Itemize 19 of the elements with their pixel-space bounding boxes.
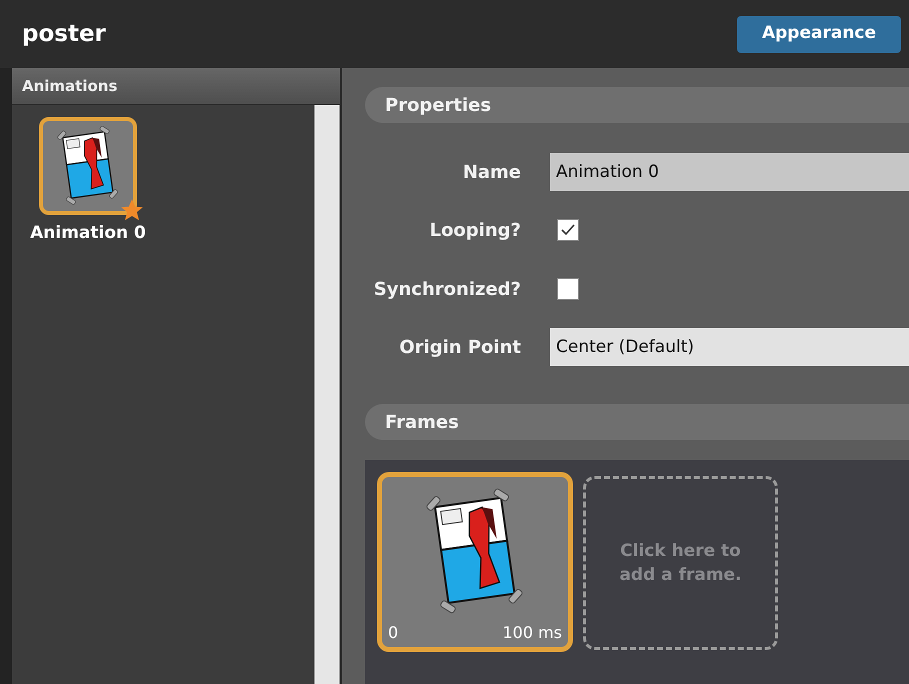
frame-index: 0 [388,622,398,644]
section-title: Properties [385,94,492,118]
tab[interactable]: Appearance [737,16,901,52]
checkbox[interactable] [557,219,579,241]
frame-card[interactable]: 0 100 ms [377,472,573,652]
panel-title: Animations [22,76,118,97]
frame-duration: 100 ms [502,622,562,644]
field-label: Synchronized? [372,278,521,302]
name-field[interactable]: Animation 0 [550,153,909,191]
animation-label: Animation 0 [30,222,146,245]
section-title: Frames [385,410,459,434]
field-label: Name [462,160,521,184]
scrollbar[interactable] [314,105,340,684]
check-icon [560,222,576,238]
window-title: poster [22,20,106,49]
origin-field[interactable]: Center (Default) [550,328,909,366]
checkbox[interactable] [557,278,579,300]
field-label: Origin Point [398,336,521,360]
field-label: Looping? [428,218,521,242]
